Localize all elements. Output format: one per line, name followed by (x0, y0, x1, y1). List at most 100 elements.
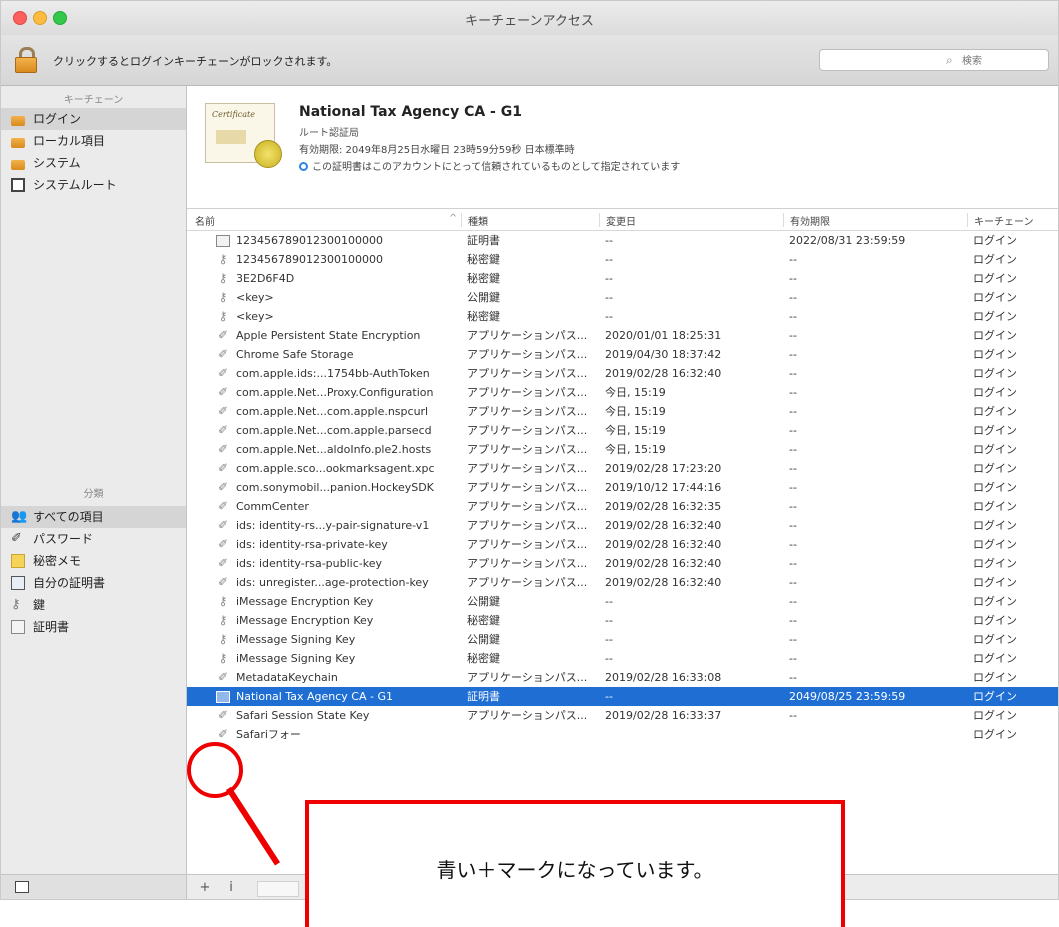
table-row[interactable]: ✐ ids: identity-rsa-private-key アプリケーションパス… (187, 535, 1058, 554)
table-row[interactable]: ✐ com.apple.Net...Proxy.Configuration アプリケ… (187, 383, 1058, 402)
row-name: <key> (236, 310, 274, 323)
row-kind: アプリケーションパス... (467, 557, 588, 570)
row-modified: -- (605, 253, 613, 266)
sidebar-item-keychains-3[interactable]: システムルート (1, 174, 186, 196)
row-modified: -- (605, 272, 613, 285)
sidebar-item-keychains-1[interactable]: ローカル項目 (1, 130, 186, 152)
row-expires: -- (789, 709, 797, 722)
row-expires: -- (789, 519, 797, 532)
column-expires[interactable]: 有効期限 (783, 213, 830, 228)
table-row[interactable]: ⚷ iMessage Signing Key 公開鍵 -- -- ログイン (187, 630, 1058, 649)
table-row[interactable]: ⚷ <key> 公開鍵 -- -- ログイン (187, 288, 1058, 307)
table-row[interactable]: ⚷ <key> 秘密鍵 -- -- ログイン (187, 307, 1058, 326)
row-keychain: ログイン (973, 310, 1017, 323)
table-row[interactable]: 123456789012300100000 証明書 -- 2022/08/31 23:… (187, 231, 1058, 250)
row-kind: アプリケーションパス... (467, 462, 588, 475)
table-row[interactable]: ⚷ 123456789012300100000 秘密鍵 -- -- ログイン (187, 250, 1058, 269)
row-keychain: ログイン (973, 690, 1017, 703)
row-modified: -- (605, 690, 613, 703)
row-name: CommCenter (236, 500, 309, 513)
row-keychain: ログイン (973, 709, 1017, 722)
add-item-button[interactable]: + (197, 880, 213, 896)
table-row[interactable]: ✐ com.apple.sco...ookmarksagent.xpc アプリケーシ… (187, 459, 1058, 478)
row-expires: -- (789, 500, 797, 513)
pen-icon: ✐ (217, 480, 229, 494)
lock-open-icon[interactable] (15, 47, 37, 73)
table-row[interactable]: ✐ Chrome Safe Storage アプリケーションパス... 2019/04… (187, 345, 1058, 364)
table-row[interactable]: ✐ com.apple.ids:...1754bb-AuthToken アプリケーシ… (187, 364, 1058, 383)
sidebar-item-keychains-0[interactable]: ログイン (1, 108, 186, 130)
sidebar-item-categories-5[interactable]: 証明書 (1, 616, 186, 638)
pen-icon: ✐ (217, 461, 229, 475)
sidebar-item-keychains-2[interactable]: システム (1, 152, 186, 174)
table-row[interactable]: ✐ ids: identity-rsa-public-key アプリケーションパス.… (187, 554, 1058, 573)
table-row[interactable]: ✐ Safariフォー ログイン (187, 725, 1058, 744)
sidebar-bottom-bar (1, 874, 186, 899)
trust-text: この証明書はこのアカウントにとって信頼されているものとして指定されています (312, 162, 681, 173)
pen-icon: ✐ (217, 575, 229, 589)
table-row[interactable]: ✐ com.apple.Net...com.apple.nspcurl アプリケーシ… (187, 402, 1058, 421)
row-modified: 2019/02/28 16:32:40 (605, 519, 722, 532)
sidebar-item-categories-0[interactable]: 👥 すべての項目 (1, 506, 186, 528)
info-button[interactable]: i (223, 880, 239, 896)
table-row[interactable]: ⚷ iMessage Signing Key 秘密鍵 -- -- ログイン (187, 649, 1058, 668)
column-name[interactable]: 名前 (195, 213, 215, 228)
show-hide-icon[interactable] (15, 881, 29, 893)
annotation-circle (187, 742, 243, 798)
sidebar-item-categories-1[interactable]: ✐ パスワード (1, 528, 186, 550)
row-kind: アプリケーションパス... (467, 348, 588, 361)
root-certificate-icon (11, 178, 25, 192)
table-header: 名前 ^ 種類 変更日 有効期限 キーチェーン (187, 208, 1058, 231)
table-row[interactable]: ✐ CommCenter アプリケーションパス... 2019/02/28 16:32… (187, 497, 1058, 516)
row-keychain: ログイン (973, 519, 1017, 532)
certificate-kind: ルート認証局 (299, 128, 359, 139)
table-row[interactable]: ✐ ids: unregister...age-protection-key アプリ… (187, 573, 1058, 592)
table-row[interactable]: ✐ Safari Session State Key アプリケーションパス... 20… (187, 706, 1058, 725)
row-expires: -- (789, 329, 797, 342)
table-row[interactable]: ⚷ 3E2D6F4D 秘密鍵 -- -- ログイン (187, 269, 1058, 288)
column-modified[interactable]: 変更日 (599, 213, 636, 228)
row-name: Safariフォー (236, 728, 301, 741)
row-name: 3E2D6F4D (236, 272, 295, 285)
row-kind: アプリケーションパス... (467, 500, 588, 513)
table-row[interactable]: National Tax Agency CA - G1 証明書 -- 2049/08/… (187, 687, 1058, 706)
sidebar-item-categories-3[interactable]: 自分の証明書 (1, 572, 186, 594)
row-kind: アプリケーションパス... (467, 405, 588, 418)
table-row[interactable]: ✐ com.apple.Net...aldoInfo.ple2.hosts アプリケ… (187, 440, 1058, 459)
sidebar-item-categories-2[interactable]: 秘密メモ (1, 550, 186, 572)
row-expires: -- (789, 481, 797, 494)
row-name: com.apple.Net...aldoInfo.ple2.hosts (236, 443, 432, 456)
table-row[interactable]: ✐ Apple Persistent State Encryption アプリケーシ… (187, 326, 1058, 345)
row-keychain: ログイン (973, 253, 1017, 266)
row-modified: 今日, 15:19 (605, 386, 666, 399)
row-modified: -- (605, 633, 613, 646)
search-field[interactable]: ⌕ (819, 49, 1049, 71)
row-modified: 2020/01/01 18:25:31 (605, 329, 722, 342)
table-row[interactable]: ⚷ iMessage Encryption Key 公開鍵 -- -- ログイン (187, 592, 1058, 611)
row-name: com.apple.Net...com.apple.nspcurl (236, 405, 429, 418)
column-kind[interactable]: 種類 (461, 213, 488, 228)
trust-plus-icon (299, 162, 308, 171)
table-row[interactable]: ✐ MetadataKeychain アプリケーションパス... 2019/02/28… (187, 668, 1058, 687)
search-input[interactable] (960, 52, 1044, 70)
table-row[interactable]: ⚷ iMessage Encryption Key 秘密鍵 -- -- ログイン (187, 611, 1058, 630)
note-icon (11, 554, 25, 568)
row-modified: -- (605, 652, 613, 665)
row-kind: アプリケーションパス... (467, 386, 588, 399)
main-panel: Certificate National Tax Agency CA - G1 … (187, 86, 1058, 899)
certificate-trust-status: この証明書はこのアカウントにとって信頼されているものとして指定されています (299, 158, 680, 173)
sidebar-item-categories-4[interactable]: ⚷ 鍵 (1, 594, 186, 616)
row-modified: 2019/10/12 17:44:16 (605, 481, 722, 494)
table-row[interactable]: ✐ com.apple.Net...com.apple.parsecd アプリケーシ… (187, 421, 1058, 440)
row-modified: 2019/02/28 16:32:40 (605, 557, 722, 570)
row-keychain: ログイン (973, 386, 1017, 399)
table-row[interactable]: ✐ com.sonymobil...panion.HockeySDK アプリケーショ… (187, 478, 1058, 497)
table-row[interactable]: ✐ ids: identity-rs...y-pair-signature-v1 ア… (187, 516, 1058, 535)
column-keychain[interactable]: キーチェーン (967, 213, 1034, 228)
row-modified: 2019/02/28 16:33:08 (605, 671, 722, 684)
pen-icon: ✐ (217, 366, 229, 380)
row-keychain: ログイン (973, 652, 1017, 665)
row-kind: 秘密鍵 (467, 614, 500, 627)
annotation-callout-box: 青い＋マークになっています。 (305, 800, 845, 927)
pen-icon: ✐ (217, 404, 229, 418)
